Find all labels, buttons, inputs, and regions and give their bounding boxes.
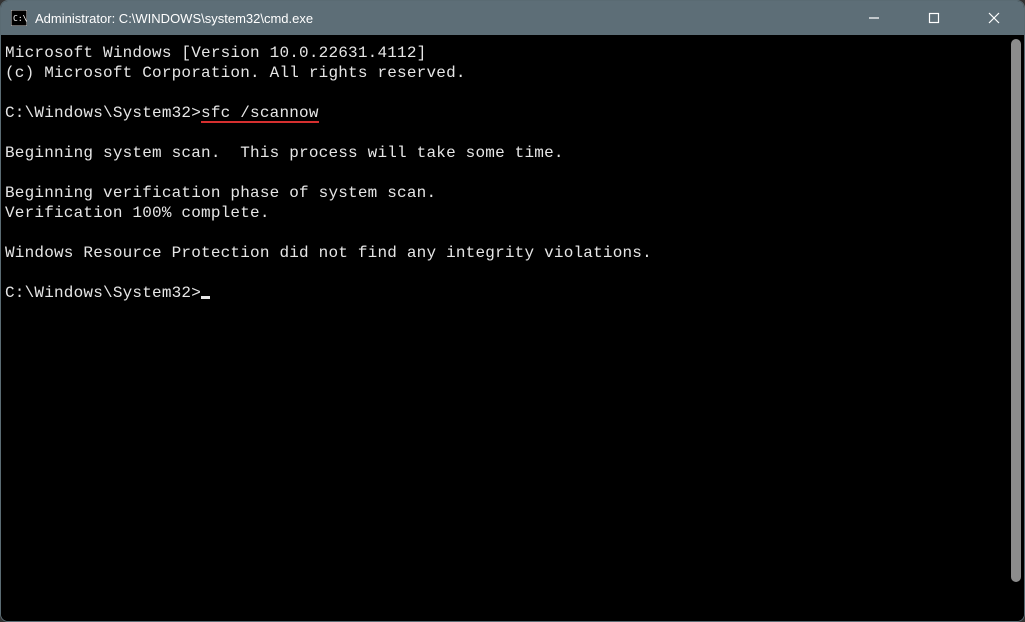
window-title: Administrator: C:\WINDOWS\system32\cmd.e…	[35, 11, 313, 26]
cmd-app-icon: C:\	[11, 10, 27, 26]
text-cursor	[201, 296, 210, 299]
scrollbar-thumb[interactable]	[1011, 39, 1021, 582]
terminal-area[interactable]: Microsoft Windows [Version 10.0.22631.41…	[1, 35, 1024, 621]
output-line: Beginning verification phase of system s…	[5, 184, 436, 202]
close-button[interactable]	[964, 1, 1024, 35]
titlebar[interactable]: C:\ Administrator: C:\WINDOWS\system32\c…	[1, 1, 1024, 35]
output-line: Windows Resource Protection did not find…	[5, 244, 652, 262]
svg-text:C:\: C:\	[13, 14, 27, 23]
terminal-output[interactable]: Microsoft Windows [Version 10.0.22631.41…	[1, 35, 1024, 311]
output-line: Verification 100% complete.	[5, 204, 270, 222]
output-line: (c) Microsoft Corporation. All rights re…	[5, 64, 466, 82]
cmd-window: C:\ Administrator: C:\WINDOWS\system32\c…	[0, 0, 1025, 622]
output-line: Beginning system scan. This process will…	[5, 144, 564, 162]
window-controls	[844, 1, 1024, 35]
minimize-button[interactable]	[844, 1, 904, 35]
maximize-button[interactable]	[904, 1, 964, 35]
output-line: Microsoft Windows [Version 10.0.22631.41…	[5, 44, 426, 62]
typed-command: sfc /scannow	[201, 105, 319, 123]
prompt-path: C:\Windows\System32>	[5, 104, 201, 122]
prompt-path: C:\Windows\System32>	[5, 284, 201, 302]
command-prompt-line: C:\Windows\System32>sfc /scannow	[5, 103, 319, 123]
scrollbar-track[interactable]	[1010, 39, 1022, 617]
